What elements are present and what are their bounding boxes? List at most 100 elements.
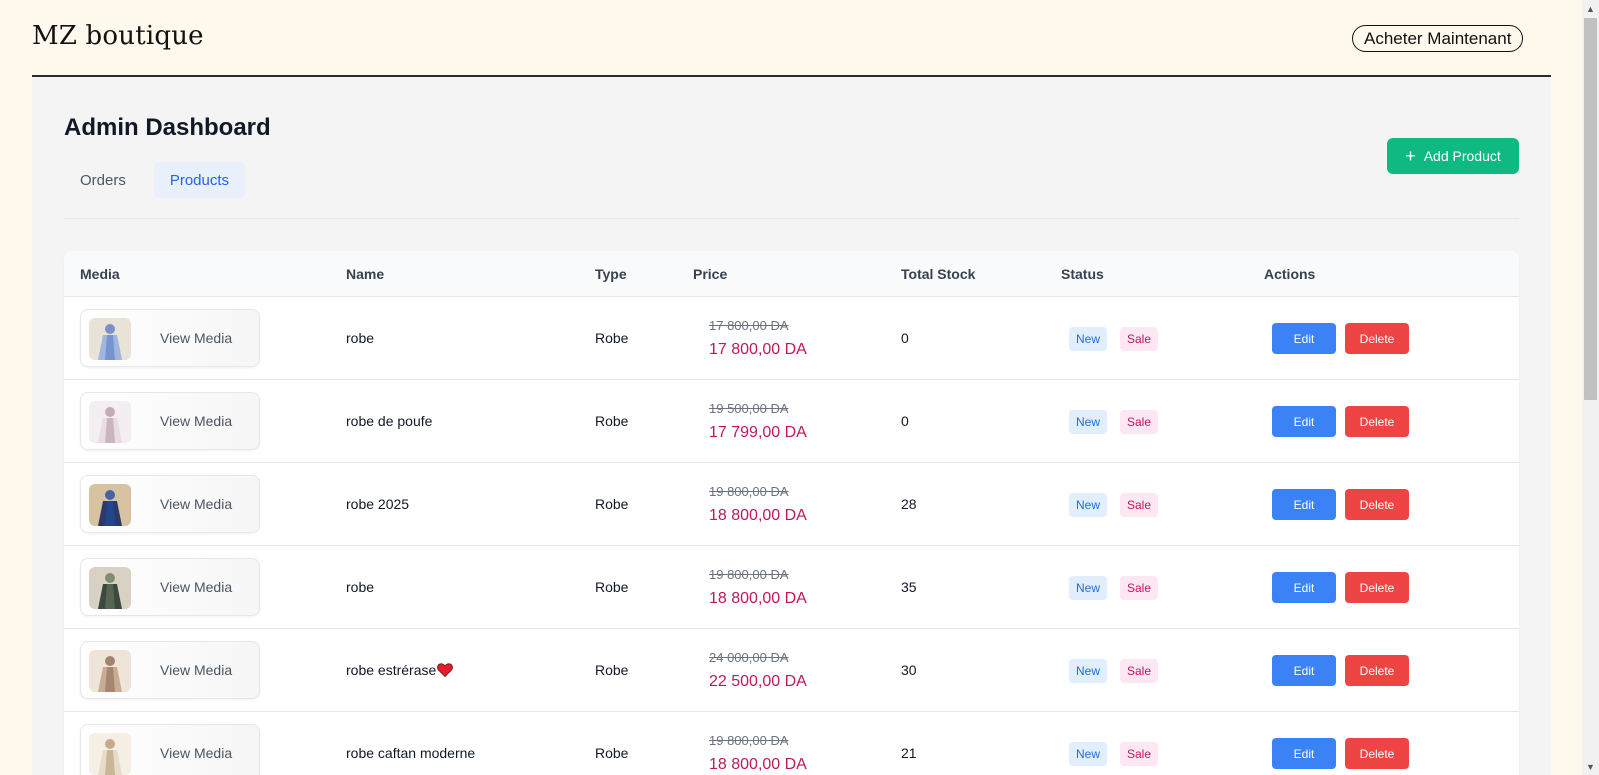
brand-logo[interactable]: MZ boutique [32, 21, 204, 51]
delete-button[interactable]: Delete [1345, 738, 1409, 769]
column-header-actions: Actions [1264, 266, 1316, 282]
total-stock: 35 [901, 579, 917, 595]
table-row: View Media robe estrérase Robe 24 000,00… [64, 629, 1519, 712]
view-media-label: View Media [160, 496, 233, 512]
top-bar: MZ boutique Acheter Maintenant [32, 0, 1551, 77]
table-row: View Media robe caftan moderne Robe 19 8… [64, 712, 1519, 775]
status-badge-new: New [1069, 493, 1108, 517]
product-name-text: robe caftan moderne [346, 745, 476, 761]
products-table: Media Name Type Price Total Stock Status… [64, 251, 1519, 775]
column-header-media: Media [80, 266, 120, 282]
status-badge-new: New [1069, 327, 1108, 351]
page-title: Admin Dashboard [64, 114, 271, 141]
column-header-type: Type [595, 266, 627, 282]
sale-price: 18 800,00 DA [709, 756, 807, 773]
edit-button[interactable]: Edit [1272, 406, 1336, 437]
product-thumbnail [89, 567, 131, 609]
product-type: Robe [595, 496, 629, 512]
sale-price: 18 800,00 DA [709, 590, 807, 607]
add-product-label: Add Product [1423, 148, 1501, 164]
delete-button[interactable]: Delete [1345, 406, 1409, 437]
edit-button[interactable]: Edit [1272, 489, 1336, 520]
status-badge-sale: Sale [1120, 742, 1159, 766]
product-name: robe estrérase [346, 662, 454, 678]
edit-button[interactable]: Edit [1272, 738, 1336, 769]
view-media-button[interactable]: View Media [80, 641, 260, 699]
add-product-button[interactable]: + Add Product [1387, 138, 1519, 174]
tab-products[interactable]: Products [153, 162, 246, 198]
edit-button[interactable]: Edit [1272, 323, 1336, 354]
view-media-button[interactable]: View Media [80, 309, 260, 367]
product-name-text: robe de poufe [346, 413, 433, 429]
buy-now-button[interactable]: Acheter Maintenant [1352, 25, 1524, 52]
column-header-name: Name [346, 266, 385, 282]
product-name-text: robe [346, 330, 375, 346]
status-badge-sale: Sale [1120, 410, 1159, 434]
status-badge-new: New [1069, 742, 1108, 766]
status-badge-sale: Sale [1120, 659, 1159, 683]
tab-orders[interactable]: Orders [64, 162, 142, 198]
product-name-text: robe 2025 [346, 496, 410, 512]
scroll-up-arrow-icon[interactable]: ▲ [1582, 0, 1599, 17]
table-row: View Media robe Robe 19 800,00 DA 18 800… [64, 546, 1519, 629]
view-media-button[interactable]: View Media [80, 724, 260, 775]
product-thumbnail [89, 484, 131, 526]
scrollbar-thumb[interactable] [1584, 18, 1597, 400]
sale-price: 22 500,00 DA [709, 673, 807, 690]
product-type: Robe [595, 662, 629, 678]
view-media-button[interactable]: View Media [80, 558, 260, 616]
sale-price: 17 800,00 DA [709, 341, 807, 358]
product-type: Robe [595, 745, 629, 761]
product-name: robe [346, 579, 374, 595]
status-badge-new: New [1069, 410, 1108, 434]
product-thumbnail [89, 401, 131, 443]
status-badge-sale: Sale [1120, 327, 1159, 351]
original-price: 19 500,00 DA [709, 401, 789, 416]
status-badge-sale: Sale [1120, 493, 1159, 517]
view-media-button[interactable]: View Media [80, 392, 260, 450]
edit-button[interactable]: Edit [1272, 655, 1336, 686]
view-media-label: View Media [160, 413, 233, 429]
original-price: 19 800,00 DA [709, 733, 789, 748]
scroll-down-arrow-icon[interactable]: ▼ [1582, 758, 1599, 775]
column-header-status: Status [1061, 266, 1104, 282]
heart-icon [437, 663, 454, 677]
status-badge-new: New [1069, 576, 1108, 600]
total-stock: 0 [901, 330, 909, 346]
product-name-text: robe estrérase [346, 662, 437, 678]
table-header: Media Name Type Price Total Stock Status… [64, 251, 1519, 297]
table-row: View Media robe Robe 17 800,00 DA 17 800… [64, 297, 1519, 380]
table-body: View Media robe Robe 17 800,00 DA 17 800… [64, 297, 1519, 775]
plus-icon: + [1405, 146, 1416, 166]
sale-price: 18 800,00 DA [709, 507, 807, 524]
column-header-total-stock: Total Stock [901, 266, 976, 282]
view-media-label: View Media [160, 662, 233, 678]
product-thumbnail [89, 733, 131, 775]
total-stock: 0 [901, 413, 909, 429]
product-name: robe de poufe [346, 413, 432, 429]
delete-button[interactable]: Delete [1345, 655, 1409, 686]
delete-button[interactable]: Delete [1345, 489, 1409, 520]
table-row: View Media robe de poufe Robe 19 500,00 … [64, 380, 1519, 463]
divider [64, 218, 1519, 219]
view-media-button[interactable]: View Media [80, 475, 260, 533]
original-price: 17 800,00 DA [709, 318, 789, 333]
delete-button[interactable]: Delete [1345, 572, 1409, 603]
product-name: robe 2025 [346, 496, 409, 512]
admin-panel: Admin Dashboard Orders Products + Add Pr… [32, 77, 1551, 775]
status-badge-sale: Sale [1120, 576, 1159, 600]
product-type: Robe [595, 579, 629, 595]
table-row: View Media robe 2025 Robe 19 800,00 DA 1… [64, 463, 1519, 546]
sale-price: 17 799,00 DA [709, 424, 807, 441]
original-price: 19 800,00 DA [709, 567, 789, 582]
original-price: 24 000,00 DA [709, 650, 789, 665]
vertical-scrollbar[interactable]: ▲ ▼ [1582, 0, 1599, 775]
delete-button[interactable]: Delete [1345, 323, 1409, 354]
product-name: robe [346, 330, 374, 346]
view-media-label: View Media [160, 745, 233, 761]
edit-button[interactable]: Edit [1272, 572, 1336, 603]
product-thumbnail [89, 318, 131, 360]
column-header-price: Price [693, 266, 728, 282]
dashboard-tabs: Orders Products [64, 162, 246, 198]
product-thumbnail [89, 650, 131, 692]
